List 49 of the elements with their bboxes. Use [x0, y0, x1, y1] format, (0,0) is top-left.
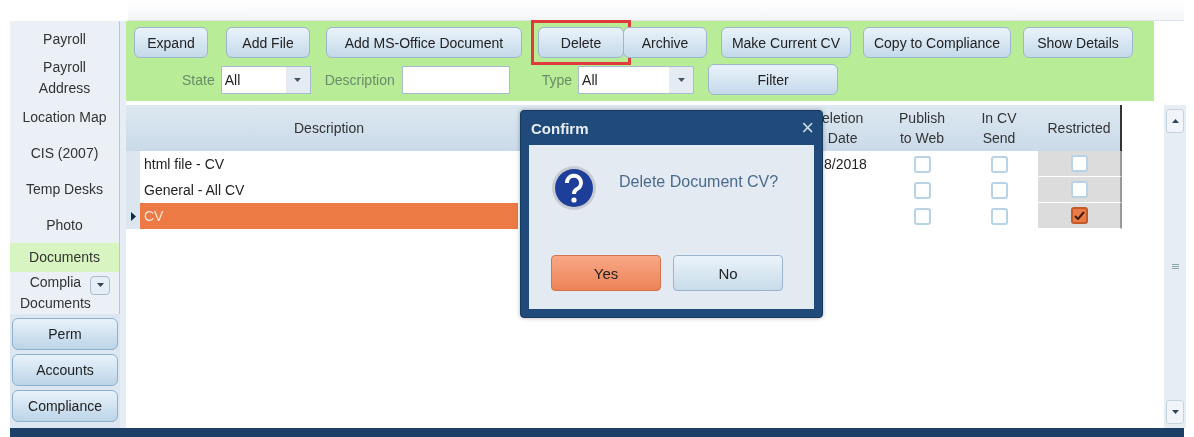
sidebar-item[interactable]: Payroll [10, 21, 119, 58]
toolbar-button[interactable]: Expand [134, 27, 208, 58]
sidebar-item[interactable]: Complia Documents [10, 272, 119, 314]
filter-label: Type [541, 71, 573, 88]
nav-button[interactable]: Perm [12, 318, 118, 350]
sidebar-item[interactable]: Location Map [10, 99, 119, 136]
filter-label: State [182, 71, 215, 88]
close-button[interactable]: × [801, 115, 814, 141]
checkbox[interactable] [1070, 207, 1088, 224]
column-header[interactable]: In CV Send [960, 105, 1038, 151]
filter-button[interactable]: Filter [708, 64, 839, 95]
caret-icon [677, 77, 685, 82]
description-input[interactable] [401, 65, 510, 94]
sidebar-item[interactable]: Documents [10, 243, 119, 272]
dialog-title: Confirm [530, 119, 589, 137]
toolbar-button[interactable]: Copy to Compliance [863, 27, 1011, 58]
sidebar-item[interactable]: Photo [10, 207, 119, 244]
toolbar-button[interactable]: Delete [538, 27, 624, 58]
dropdown-field[interactable]: All [578, 65, 695, 94]
column-header[interactable]: Publish to Web [884, 105, 960, 151]
header-cell [126, 105, 140, 151]
dropdown-field[interactable]: All [220, 65, 311, 94]
dialog-button[interactable]: Yes [551, 255, 661, 291]
scroll-down-icon[interactable] [1166, 400, 1184, 424]
toolbar-button[interactable]: Show Details [1023, 27, 1133, 58]
sidebar-item[interactable]: Temp Desks [10, 171, 119, 208]
caret-icon [294, 77, 302, 82]
scrollbar[interactable] [1164, 105, 1186, 428]
column-header[interactable]: eletion Date [822, 105, 884, 151]
sidebar-item[interactable]: Payroll Address [10, 57, 119, 100]
row-header[interactable] [126, 203, 140, 229]
column-header[interactable]: Restricted [1038, 105, 1122, 151]
scroll-up-icon[interactable] [1166, 109, 1184, 133]
toolbar-button[interactable]: Add MS-Office Document [326, 27, 522, 58]
caret-icon [96, 283, 104, 288]
nav-button[interactable]: Accounts [12, 354, 118, 386]
check-icon [1073, 211, 1085, 220]
sidebar-item[interactable]: CIS (2007) [10, 135, 119, 172]
table-cell-text: 8/2018 [823, 155, 868, 174]
toolbar-button[interactable]: Make Current CV [721, 27, 851, 58]
dropdown-button[interactable] [90, 276, 110, 295]
scroll-grip-icon [1171, 264, 1179, 269]
toolbar-button[interactable]: Archive [623, 27, 707, 58]
column-header[interactable]: Description [140, 105, 518, 151]
toolbar-button[interactable]: Add File [226, 27, 310, 58]
nav-button[interactable]: Compliance [12, 390, 118, 422]
filter-label: Description [324, 71, 395, 88]
dialog-message: Delete Document CV? [619, 172, 779, 191]
dialog-button[interactable]: No [673, 255, 783, 291]
